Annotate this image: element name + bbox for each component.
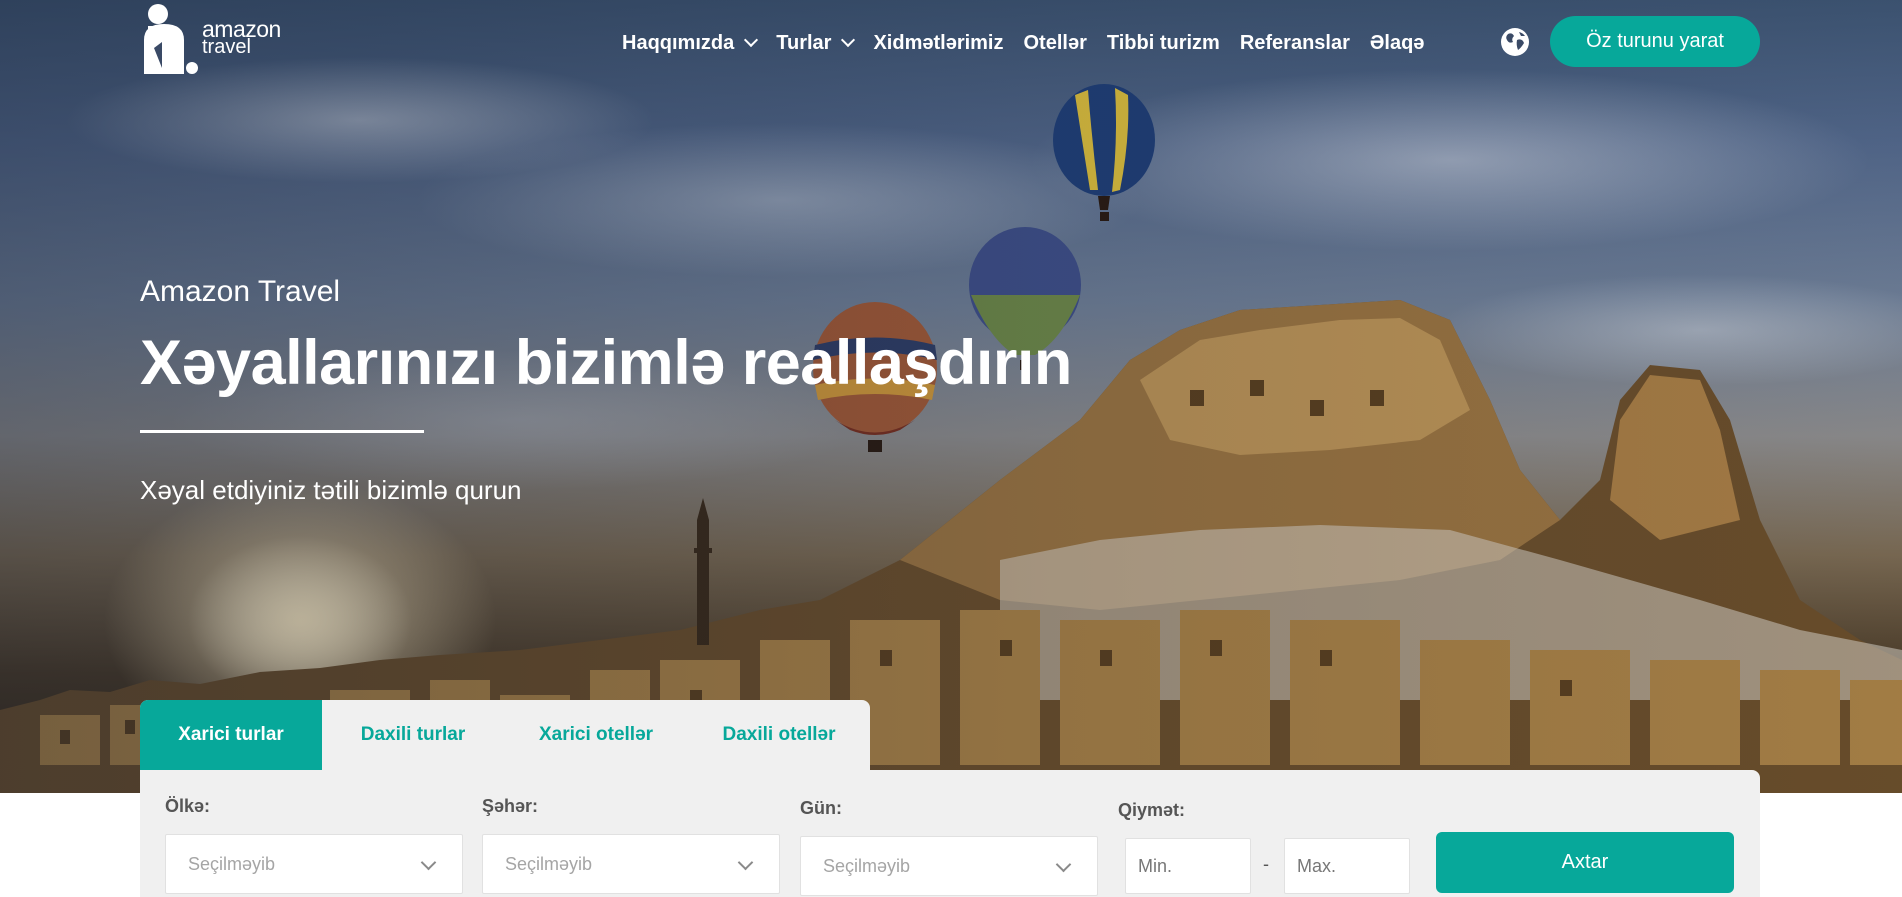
search-tabs: Xarici turlar Daxili turlar Xarici otell… bbox=[140, 700, 870, 770]
day-label: Gün: bbox=[800, 798, 842, 818]
nav-item-about-label: Haqqımızda bbox=[622, 31, 735, 54]
hero-subline: Xəyal etdiyiniz tətili bizimlə qurun bbox=[140, 475, 522, 505]
globe-icon[interactable] bbox=[1499, 26, 1531, 58]
tab-foreign-hotels[interactable]: Xarici otellər bbox=[504, 700, 688, 770]
country-select[interactable]: Seçilməyib bbox=[165, 834, 463, 894]
country-label: Ölkə: bbox=[165, 796, 211, 816]
create-your-tour-button[interactable]: Öz turunu yarat bbox=[1550, 16, 1760, 67]
city-select[interactable]: Seçilməyib bbox=[482, 834, 780, 894]
search-panel: Ölkə: Seçilməyib Şəhər: Seçilməyib Gün: … bbox=[140, 770, 1760, 897]
tab-domestic-tours[interactable]: Daxili turlar bbox=[322, 700, 504, 770]
price-separator: - bbox=[1263, 854, 1269, 874]
hero-eyebrow: Amazon Travel bbox=[140, 275, 341, 308]
main-navigation: Haqqımızda Turlar Xidmətlərimiz Otellər … bbox=[622, 26, 1444, 60]
nav-item-hotels[interactable]: Otellər bbox=[1024, 32, 1087, 55]
nav-item-hotels-label: Otellər bbox=[1023, 31, 1087, 54]
nav-item-services[interactable]: Xidmətlərimiz bbox=[873, 32, 1003, 55]
price-max-input[interactable] bbox=[1284, 838, 1410, 894]
chevron-down-icon bbox=[841, 32, 856, 48]
search-button[interactable]: Axtar bbox=[1436, 832, 1734, 893]
nav-item-services-label: Xidmətlərimiz bbox=[873, 31, 1004, 54]
chevron-down-icon bbox=[420, 854, 437, 871]
city-select-value: Seçilməyib bbox=[505, 853, 593, 874]
hero-headline: Xəyallarınızı bizimlə reallaşdırın bbox=[140, 328, 1072, 398]
nav-item-references-label: Referanslar bbox=[1239, 31, 1350, 54]
price-min-input[interactable] bbox=[1125, 838, 1251, 894]
day-select[interactable]: Seçilməyib bbox=[800, 836, 1098, 896]
brand-logo[interactable]: amazon travel bbox=[140, 2, 290, 78]
nav-item-tours-label: Turlar bbox=[776, 31, 832, 54]
nav-item-medical-tourism[interactable]: Tibbi turizm bbox=[1107, 32, 1220, 55]
chevron-down-icon bbox=[1055, 856, 1072, 873]
chevron-down-icon bbox=[744, 32, 759, 48]
chevron-down-icon bbox=[737, 854, 754, 871]
city-label: Şəhər: bbox=[482, 796, 539, 816]
tab-foreign-tours[interactable]: Xarici turlar bbox=[140, 700, 322, 770]
nav-item-contact-label: Əlaqə bbox=[1369, 31, 1425, 54]
nav-item-references[interactable]: Referanslar bbox=[1240, 32, 1350, 55]
hero-divider bbox=[140, 430, 424, 433]
nav-item-medical-tourism-label: Tibbi turizm bbox=[1106, 31, 1220, 54]
nav-item-contact[interactable]: Əlaqə bbox=[1370, 32, 1425, 55]
tab-domestic-hotels[interactable]: Daxili otellər bbox=[688, 700, 870, 770]
nav-item-tours[interactable]: Turlar bbox=[776, 31, 856, 55]
nav-item-about[interactable]: Haqqımızda bbox=[622, 31, 759, 55]
day-select-value: Seçilməyib bbox=[823, 855, 911, 876]
brand-name-line2: travel bbox=[202, 36, 251, 58]
price-label: Qiymət: bbox=[1118, 800, 1186, 820]
country-select-value: Seçilməyib bbox=[188, 853, 276, 874]
